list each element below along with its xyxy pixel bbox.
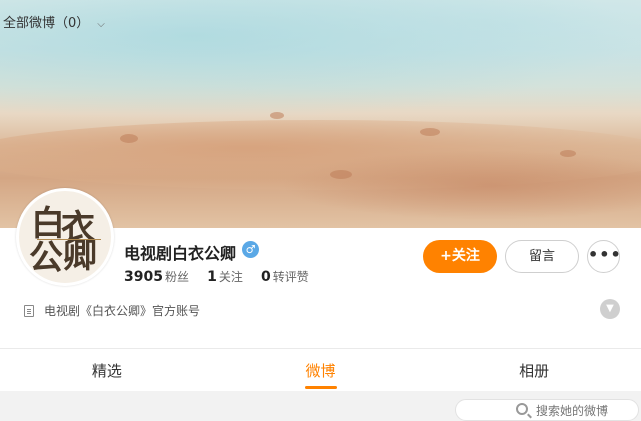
sand-grain (270, 112, 284, 119)
profile-banner (0, 0, 641, 228)
message-button[interactable]: 留言 (505, 240, 579, 273)
stat-label: 转评赞 (272, 270, 309, 284)
more-options-button[interactable]: ••• (587, 240, 621, 273)
stat-value: 1 (207, 269, 217, 285)
banner-sand-dune (280, 150, 641, 220)
document-icon (24, 305, 34, 317)
tab-featured[interactable]: 精选 (0, 349, 214, 391)
profile-stats: 3905 粉丝 1 关注 0 转评赞 (124, 268, 323, 285)
stat-label: 关注 (218, 270, 243, 284)
sand-grain (560, 150, 576, 157)
expand-chevron-icon[interactable]: ▼ (600, 299, 620, 319)
search-box[interactable] (455, 399, 639, 421)
avatar-decor-line (37, 239, 101, 243)
profile-name: 电视剧白衣公卿 (124, 244, 237, 263)
tab-weibo[interactable]: 微博 (214, 349, 428, 391)
search-icon (516, 403, 528, 415)
profile-tabs: 精选 微博 相册 (0, 349, 641, 391)
filter-label-text: 全部微博（0） (3, 16, 90, 31)
sand-grain (330, 170, 352, 179)
stat-following[interactable]: 1 关注 (207, 269, 261, 285)
verified-icon[interactable]: ♂ (242, 241, 259, 258)
filter-dropdown[interactable]: 全部微博（0） ⌵ (3, 12, 105, 31)
avatar-char: 公 (29, 238, 63, 278)
description-text: 电视剧《白衣公卿》官方账号 (44, 304, 201, 318)
stat-label: 粉丝 (164, 270, 189, 284)
sand-grain (420, 128, 440, 136)
avatar-char: 卿 (63, 236, 97, 276)
search-input[interactable] (536, 402, 636, 419)
stat-value: 3905 (124, 269, 163, 285)
avatar[interactable]: 白 衣 公 卿 (16, 188, 114, 286)
profile-description: 电视剧《白衣公卿》官方账号 (24, 302, 200, 319)
stat-reposts-comments-likes: 0 转评赞 (261, 269, 323, 285)
stat-value: 0 (261, 269, 271, 285)
chevron-down-icon: ⌵ (97, 19, 105, 30)
follow-button[interactable]: +关注 (423, 240, 497, 273)
tab-album[interactable]: 相册 (427, 349, 641, 391)
avatar-char: 白 (31, 204, 65, 244)
stat-followers[interactable]: 3905 粉丝 (124, 269, 207, 285)
sand-grain (120, 134, 138, 143)
